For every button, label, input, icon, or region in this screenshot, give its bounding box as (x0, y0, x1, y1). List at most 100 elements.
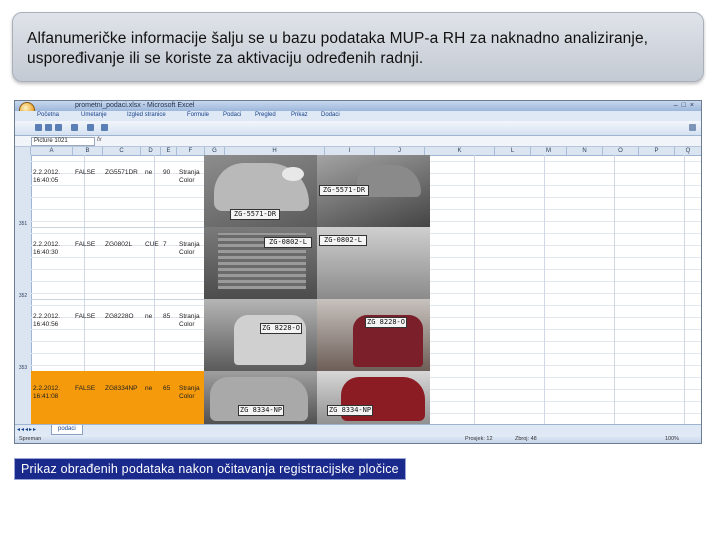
headlight-shape (282, 167, 304, 181)
column-header[interactable]: Q (675, 147, 701, 155)
slide-caption: Prikaz obrađenih podataka nakon očitavan… (21, 462, 399, 476)
cell-status[interactable]: Stranja Color (179, 313, 203, 329)
column-header[interactable]: J (375, 147, 425, 155)
zoom-level[interactable]: 100% (665, 435, 679, 443)
row-headers: 351 352 353 (15, 155, 32, 425)
row-number[interactable]: 353 (15, 365, 31, 371)
name-box[interactable]: Picture 1021 (31, 137, 95, 146)
license-plate: ZG-5571-DR (230, 209, 280, 220)
cell-datetime[interactable]: 2.2.2012. 16:40:05 (33, 169, 69, 185)
row-number[interactable]: 352 (15, 293, 31, 299)
cell-plate[interactable]: ZG8228O (105, 313, 134, 321)
cell-status[interactable]: Stranja Color (179, 169, 203, 185)
table-row[interactable]: 2.2.2012. 16:40:56 FALSE ZG8228O ne 85 S… (31, 299, 204, 354)
column-header[interactable]: K (425, 147, 495, 155)
cell-count[interactable]: 65 (163, 385, 170, 393)
window-title: prometni_podaci.xlsx - Microsoft Excel (75, 102, 195, 109)
sheet-tab-bar: ◂◂◂▸▸ podaci (15, 424, 701, 435)
table-row[interactable]: 2.2.2012. 16:40:30 FALSE ZG0802L CUE 7 S… (31, 227, 204, 282)
cell-datetime[interactable]: 2.2.2012. 16:40:30 (33, 241, 69, 257)
status-sum: Zbroj: 48 (515, 436, 537, 442)
fx-icon[interactable]: fx (97, 137, 102, 143)
column-header[interactable]: M (531, 147, 567, 155)
formula-bar: Picture 1021 fx (15, 136, 701, 147)
car-photo[interactable]: ZG 8334-NP (204, 371, 317, 425)
car-photo-closeup[interactable]: ZG-5571-DR (317, 155, 430, 227)
cell-speed[interactable]: ne (145, 169, 152, 177)
cell-count[interactable]: 90 (163, 169, 170, 177)
ribbon-tab-review[interactable]: Pregled (255, 112, 276, 118)
cell-speed[interactable]: ne (145, 313, 152, 321)
cell-plate[interactable]: ZG5571DR (105, 169, 138, 177)
cell-flag[interactable]: FALSE (75, 313, 95, 321)
license-plate: ZG 8228-O (260, 323, 302, 334)
format-icon[interactable] (101, 124, 108, 131)
column-header[interactable]: G (205, 147, 225, 155)
column-header[interactable]: B (73, 147, 103, 155)
column-header[interactable]: A (31, 147, 73, 155)
row-number[interactable]: 351 (15, 221, 31, 227)
car-photo[interactable]: ZG-0802-L (204, 227, 317, 299)
license-plate: ZG 8228-O (365, 317, 407, 328)
license-plate: ZG-0802-L (319, 235, 367, 246)
cell-status[interactable]: Stranja Color (179, 241, 203, 257)
cell-datetime[interactable]: 2.2.2012. 16:41:08 (33, 385, 69, 401)
column-header[interactable]: O (603, 147, 639, 155)
spreadsheet-grid[interactable]: 2.2.2012. 16:40:05 FALSE ZG5571DR ne 90 … (31, 155, 701, 425)
ribbon-tab-view[interactable]: Prikaz (291, 112, 308, 118)
car-photo-closeup[interactable]: ZG 8334-NP (317, 371, 430, 425)
cell-count[interactable]: 85 (163, 313, 170, 321)
help-icon[interactable] (689, 124, 696, 131)
status-bar: Spreman Prosjek: 12 Zbroj: 48 100% (15, 435, 701, 443)
ribbon-tab-addins[interactable]: Dodaci (321, 112, 340, 118)
column-header[interactable]: I (325, 147, 375, 155)
table-row-highlighted[interactable]: 2.2.2012. 16:41:08 FALSE ZG8334NP ne 65 … (31, 371, 204, 425)
cell-flag[interactable]: FALSE (75, 385, 95, 393)
ribbon-tab-home[interactable]: Početna (37, 112, 59, 118)
license-plate: ZG 8334-NP (238, 405, 284, 416)
column-header[interactable]: H (225, 147, 325, 155)
sheet-tab[interactable]: podaci (51, 425, 83, 435)
save-icon[interactable] (35, 124, 42, 131)
ribbon-tab-formulas[interactable]: Formule (187, 112, 209, 118)
car-photo[interactable]: ZG 8228-O (204, 299, 317, 371)
ribbon-tab-page-layout[interactable]: Izgled stranice (127, 112, 166, 118)
car-photo-closeup[interactable]: ZG-0802-L (317, 227, 430, 299)
column-header[interactable]: E (161, 147, 177, 155)
ribbon-tab-data[interactable]: Podaci (223, 112, 241, 118)
print-icon[interactable] (87, 124, 94, 131)
table-row[interactable]: 2.2.2012. 16:40:05 FALSE ZG5571DR ne 90 … (31, 155, 204, 210)
status-ready: Spreman (19, 436, 42, 442)
column-header[interactable]: C (103, 147, 141, 155)
cell-speed[interactable]: CUE (145, 241, 159, 249)
redo-icon[interactable] (55, 124, 62, 131)
cell-datetime[interactable]: 2.2.2012. 16:40:56 (33, 313, 69, 329)
slide-heading: Alfanumeričke informacije šalju se u baz… (27, 30, 649, 67)
license-plate: ZG-5571-DR (319, 185, 369, 196)
select-all[interactable] (15, 147, 31, 155)
ribbon-tab-insert[interactable]: Umetanje (81, 112, 107, 118)
cell-flag[interactable]: FALSE (75, 241, 95, 249)
car-photo[interactable]: ZG-5571-DR (204, 155, 317, 227)
cell-flag[interactable]: FALSE (75, 169, 95, 177)
excel-screenshot: prometni_podaci.xlsx - Microsoft Excel –… (14, 100, 702, 444)
column-header[interactable]: L (495, 147, 531, 155)
car-photo-closeup[interactable]: ZG 8228-O (317, 299, 430, 371)
cell-status[interactable]: Stranja Color (179, 385, 203, 401)
column-header[interactable]: D (141, 147, 161, 155)
column-header[interactable]: P (639, 147, 675, 155)
window-controls[interactable]: –□× (674, 102, 698, 109)
cell-count[interactable]: 7 (163, 241, 167, 249)
column-header[interactable]: F (177, 147, 205, 155)
undo-icon[interactable] (45, 124, 52, 131)
cell-plate[interactable]: ZG0802L (105, 241, 132, 249)
cell-speed[interactable]: ne (145, 385, 152, 393)
excel-titlebar: prometni_podaci.xlsx - Microsoft Excel –… (15, 101, 701, 111)
slide-caption-box: Prikaz obrađenih podataka nakon očitavan… (14, 458, 406, 480)
cell-plate[interactable]: ZG8334NP (105, 385, 138, 393)
sheet-nav-arrows-icon[interactable]: ◂◂◂▸▸ (17, 426, 37, 433)
paste-icon[interactable] (71, 124, 78, 131)
column-header[interactable]: N (567, 147, 603, 155)
slide-heading-box: Alfanumeričke informacije šalju se u baz… (12, 12, 704, 82)
status-average: Prosjek: 12 (465, 436, 493, 442)
